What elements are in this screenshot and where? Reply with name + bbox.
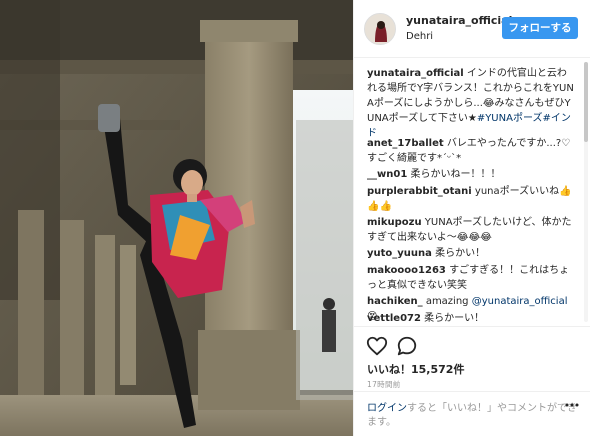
comment-item: mikupozu YUNAポーズしたいけど、体かたすぎて出来ないよ〜😂😂😂 [367, 215, 575, 245]
likes-number: 15,572件 [411, 363, 465, 376]
login-prompt: ログインすると「いいね！」やコメントができます。 [354, 391, 590, 430]
comment-author[interactable]: yunataira_official [367, 68, 464, 79]
post-sidebar: yunataira_official Dehri フォローする yunatair… [353, 0, 590, 436]
more-options-icon[interactable] [565, 403, 579, 407]
post-timestamp[interactable]: 17時間前 [367, 379, 401, 390]
comment-item: makoooo1263 すごすぎる！！これはちょっと真似できない笑笑 [367, 263, 575, 293]
comment-item: __wn01 柔らかいねー！！！ [367, 167, 575, 182]
comment-author[interactable]: anet_17ballet [367, 138, 444, 149]
comment-author[interactable]: mikupozu [367, 217, 422, 228]
comment-author[interactable]: purplerabbit_otani [367, 186, 472, 197]
post-actions: いいね！15,572件 17時間前 ログインすると「いいね！」やコメントができま… [354, 326, 590, 436]
comment-author[interactable]: makoooo1263 [367, 265, 446, 276]
avatar[interactable] [364, 13, 396, 45]
comment-text: amazing [425, 296, 469, 307]
login-link[interactable]: ログイン [367, 403, 407, 414]
post-username[interactable]: yunataira_official [406, 14, 512, 27]
likes-label: いいね！ [367, 363, 411, 376]
comment-author[interactable]: hachiken_ [367, 296, 423, 307]
post-header: yunataira_official Dehri フォローする [354, 0, 590, 58]
avatar-image [365, 14, 395, 44]
scrollbar-thumb[interactable] [584, 62, 588, 142]
comments-scrollbar[interactable] [584, 62, 588, 322]
post-photo [0, 0, 353, 436]
comment-author[interactable]: vettle072 [367, 313, 421, 324]
comment-text: 柔らかいねー！！！ [410, 169, 501, 180]
comment-mention[interactable]: @yunataira_official [472, 296, 568, 307]
caption: yunataira_official インドの代官山と云われる場所でY字バランス… [367, 66, 575, 141]
comment-text: 柔らかい！ [435, 248, 486, 259]
likes-count[interactable]: いいね！15,572件 [367, 361, 464, 377]
post-location[interactable]: Dehri [406, 31, 433, 42]
comment-item: purplerabbit_otani yunaポーズいいね👍👍👍 [367, 184, 575, 214]
post-photo-image [0, 0, 353, 436]
comment-text: 柔らかーい！ [424, 313, 485, 324]
comment-item: yuto_yuuna 柔らかい！ [367, 246, 575, 261]
follow-button[interactable]: フォローする [502, 17, 578, 39]
comment-item: anet_17ballet バレエやったんですか...?♡すごく綺麗です*ˊᵕˋ… [367, 136, 575, 166]
comment-author[interactable]: yuto_yuuna [367, 248, 432, 259]
comment-author[interactable]: __wn01 [367, 169, 407, 180]
comment-item: vettle072 柔らかーい！ [367, 311, 575, 326]
comment-icon[interactable] [396, 335, 418, 357]
comments-list: yunataira_official インドの代官山と云われる場所でY字バランス… [354, 58, 590, 326]
heart-icon[interactable] [366, 335, 388, 357]
